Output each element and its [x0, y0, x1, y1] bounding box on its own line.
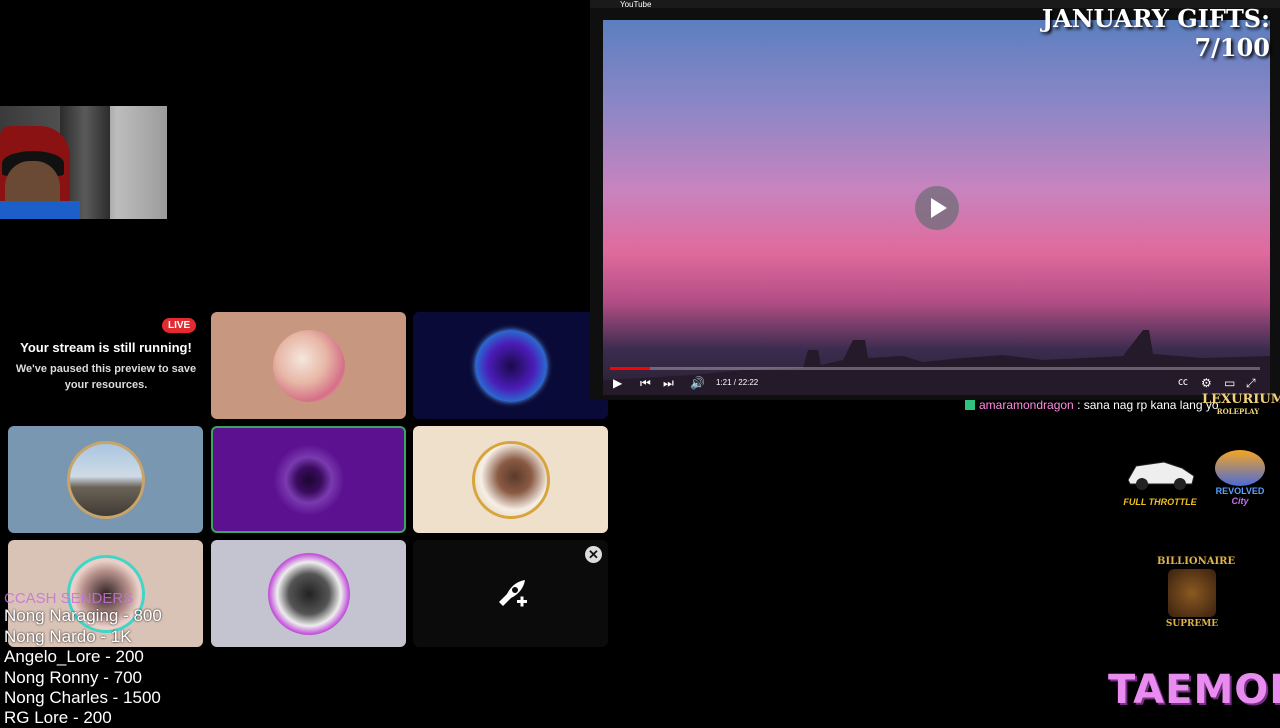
chat-badge-icon [965, 400, 975, 410]
sender-entry: Nong Charles - 1500 [4, 688, 161, 707]
taemon-logo: TAEMON [1108, 667, 1280, 713]
volume-icon[interactable]: 🔊 [690, 372, 705, 394]
participant-avatar [272, 329, 345, 402]
participant-tile[interactable] [211, 540, 406, 647]
play-icon[interactable]: ▶ [613, 372, 622, 394]
chat-message: amaramondragon : sana nag rp kana lang y… [965, 398, 1219, 412]
participant-tile[interactable] [413, 312, 608, 419]
sender-entry: Nong Ronny - 700 [4, 668, 142, 687]
gifts-counter: JANUARY GIFTS: 7/100 [1041, 4, 1270, 62]
chat-username: amaramondragon [979, 398, 1074, 412]
progress-fill[interactable] [610, 367, 650, 370]
participant-tile[interactable] [413, 426, 608, 533]
participant-avatar [267, 552, 350, 635]
participant-tile[interactable] [211, 312, 406, 419]
rocket-plus-icon [499, 580, 527, 607]
participant-tile-speaking[interactable] [211, 426, 406, 533]
full-throttle-logo: FULL THROTTLE [1120, 452, 1200, 510]
captions-icon[interactable]: ㏄ [1178, 372, 1188, 394]
revolved-city-logo: REVOLVED City [1212, 450, 1268, 514]
previous-icon[interactable]: ⏮ [640, 372, 651, 394]
revolved-logo-text: REVOLVED [1215, 486, 1265, 496]
settings-icon[interactable]: ⚙ [1201, 372, 1212, 394]
participant-avatar [471, 440, 550, 519]
live-badge: LIVE [162, 318, 197, 333]
activity-tile[interactable] [413, 540, 608, 647]
billionaire-emblem [1168, 569, 1216, 617]
billionaire-logo-text: BILLIONAIRE [1157, 556, 1236, 567]
time-display: 1:21 / 22:22 [716, 378, 759, 387]
sender-entry: Angelo_Lore - 200 [4, 647, 144, 666]
player-controls: ▶ ⏮ ⏭ 🔊 1:21 / 22:22 ㏄ ⚙ ▭ ⤢ [603, 372, 1270, 394]
fullscreen-icon[interactable]: ⤢ [1246, 372, 1256, 394]
webcam-feed [0, 106, 167, 219]
revolved-logo-sub: City [1231, 496, 1249, 506]
car-icon [1127, 461, 1195, 490]
billionaire-logo-sub: SUPREME [1165, 619, 1219, 629]
sender-entry: Nong Nardo - 1K [4, 627, 132, 646]
revolved-emblem [1215, 450, 1265, 486]
participant-avatar [272, 443, 345, 516]
sender-entry: RG Lore - 200 [4, 708, 112, 727]
paused-title: Your stream is still running! [20, 340, 192, 355]
webcam-shirt [0, 201, 80, 219]
participant-tile[interactable] [8, 426, 203, 533]
lexurium-logo-sub: ROLEPLAY [1216, 407, 1260, 416]
play-button-large[interactable] [915, 186, 959, 230]
full-throttle-logo-text: FULL THROTTLE [1123, 497, 1197, 507]
next-icon[interactable]: ⏭ [663, 372, 674, 394]
billionaire-supreme-logo: BILLIONAIRE SUPREME [1157, 556, 1236, 636]
youtube-brand: YouTube [620, 0, 652, 8]
sender-entry: Nong Naraging - 800 [4, 606, 162, 625]
cash-senders-title: CCASH SENDERS [4, 590, 134, 607]
participant-avatar [474, 329, 547, 402]
close-icon[interactable]: ✕ [585, 546, 602, 563]
progress-track[interactable] [610, 367, 1260, 370]
lexurium-logo-text: LEXURIUM [1202, 392, 1280, 407]
lexurium-logo: LEXURIUM ROLEPLAY [1202, 392, 1280, 438]
participant-avatar [66, 440, 145, 519]
chat-text: : sana nag rp kana lang yo [1073, 398, 1219, 412]
paused-description: We've paused this preview to save your r… [15, 363, 197, 391]
miniplayer-icon[interactable]: ▭ [1224, 372, 1235, 394]
